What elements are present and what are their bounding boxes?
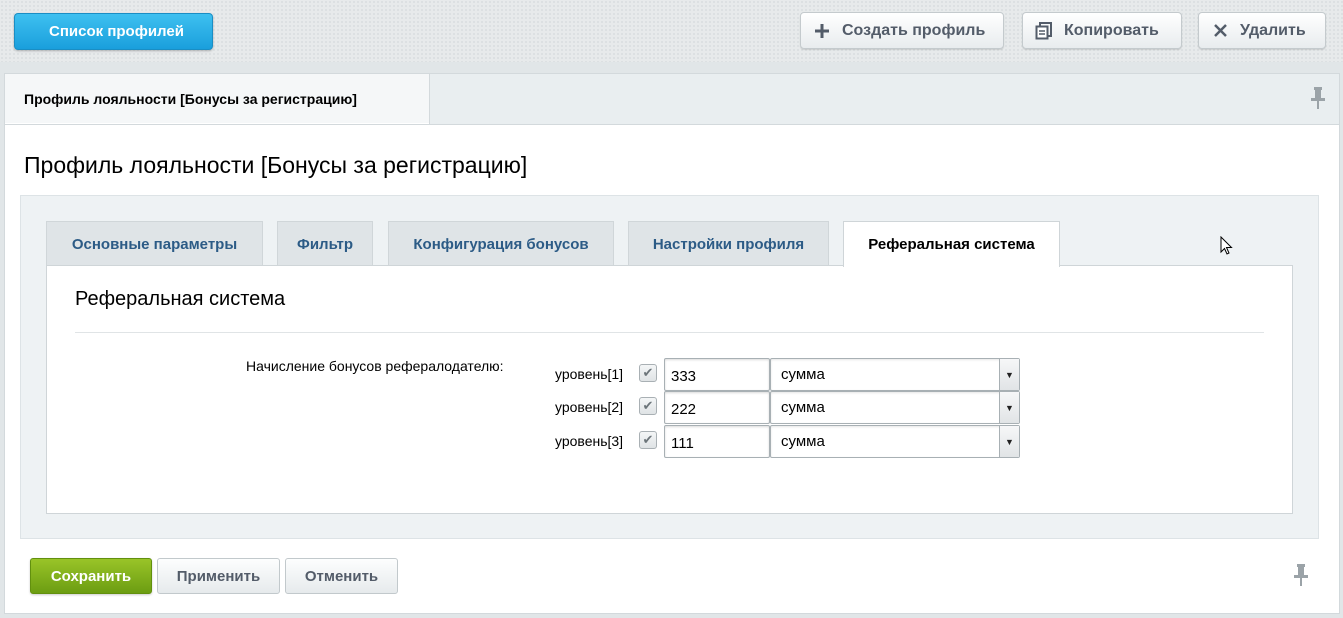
delete-label: Удалить <box>1240 21 1306 39</box>
level-3-checkbox[interactable]: ✔ <box>639 431 657 449</box>
cancel-label: Отменить <box>304 567 379 585</box>
pin-icon[interactable] <box>1294 564 1308 592</box>
checkmark-icon: ✔ <box>642 432 654 447</box>
tab-referral-system[interactable]: Реферальная система <box>843 221 1060 267</box>
chevron-down-icon[interactable]: ▼ <box>999 426 1019 457</box>
level-label: уровень[3] <box>555 433 624 449</box>
level-row-1: уровень[1] ✔ сумма ▼ <box>555 358 1025 391</box>
select-value: сумма <box>781 433 825 450</box>
level-label: уровень[2] <box>555 399 624 415</box>
cancel-button[interactable]: Отменить <box>285 558 398 594</box>
page-title: Профиль лояльности [Бонусы за регистраци… <box>24 152 528 178</box>
copy-icon <box>1035 21 1053 40</box>
select-value: сумма <box>781 399 825 416</box>
chevron-down-icon[interactable]: ▼ <box>999 359 1019 390</box>
level-3-type-select[interactable]: сумма ▼ <box>770 425 1020 458</box>
referrer-bonus-label: Начисление бонусов рефералодателю: <box>246 358 504 374</box>
create-profile-button[interactable]: Создать профиль <box>800 12 1004 49</box>
tab-profile-settings[interactable]: Настройки профиля <box>628 221 829 266</box>
close-icon <box>1211 24 1229 37</box>
checkmark-icon: ✔ <box>642 398 654 413</box>
level-1-amount-input[interactable] <box>664 358 770 391</box>
tab-label: Настройки профиля <box>652 235 805 253</box>
delete-button[interactable]: Удалить <box>1198 12 1326 49</box>
section-title: Реферальная система <box>75 288 286 310</box>
copy-label: Копировать <box>1064 21 1159 39</box>
apply-label: Применить <box>176 567 261 585</box>
tab-label: Основные параметры <box>71 235 238 253</box>
level-2-checkbox[interactable]: ✔ <box>639 397 657 415</box>
chevron-down-icon[interactable]: ▼ <box>999 392 1019 423</box>
level-3-amount-input[interactable] <box>664 425 770 458</box>
level-label: уровень[1] <box>555 366 624 382</box>
save-button[interactable]: Сохранить <box>30 558 152 594</box>
tab-label: Фильтр <box>297 235 353 253</box>
tab-bonus-config[interactable]: Конфигурация бонусов <box>388 221 614 266</box>
select-value: сумма <box>781 366 825 383</box>
copy-button[interactable]: Копировать <box>1022 12 1182 49</box>
tab-main-params[interactable]: Основные параметры <box>46 221 263 266</box>
save-label: Сохранить <box>50 567 132 585</box>
header-tab-profile[interactable]: Профиль лояльности [Бонусы за регистраци… <box>4 73 430 124</box>
level-1-checkbox[interactable]: ✔ <box>639 364 657 382</box>
level-row-3: уровень[3] ✔ сумма ▼ <box>555 425 1025 458</box>
level-row-2: уровень[2] ✔ сумма ▼ <box>555 391 1025 424</box>
level-2-type-select[interactable]: сумма ▼ <box>770 391 1020 424</box>
plus-icon <box>813 23 831 38</box>
pin-icon[interactable] <box>1311 87 1325 115</box>
create-profile-label: Создать профиль <box>842 21 986 39</box>
back-button-label: Список профилей <box>49 23 184 40</box>
header-tab-label: Профиль лояльности [Бонусы за регистраци… <box>24 91 357 107</box>
tab-label: Реферальная система <box>868 236 1035 253</box>
level-2-amount-input[interactable] <box>664 391 770 424</box>
mouse-cursor-icon <box>1220 235 1234 261</box>
tab-filter[interactable]: Фильтр <box>277 221 373 266</box>
checkmark-icon: ✔ <box>642 365 654 380</box>
profile-list-back-button[interactable]: Список профилей <box>14 13 213 50</box>
section-divider <box>75 332 1264 333</box>
level-1-type-select[interactable]: сумма ▼ <box>770 358 1020 391</box>
apply-button[interactable]: Применить <box>157 558 280 594</box>
tab-label: Конфигурация бонусов <box>413 235 589 253</box>
